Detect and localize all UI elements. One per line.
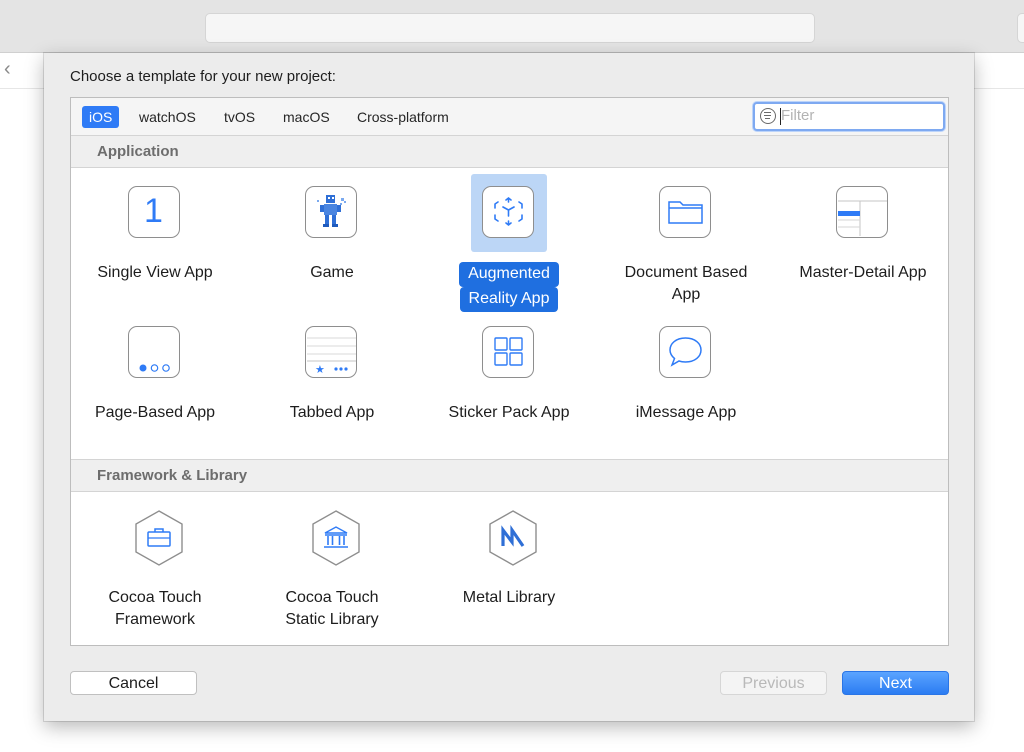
- tab-watchos[interactable]: watchOS: [132, 106, 203, 128]
- template-label: Metal Library: [462, 589, 556, 606]
- message-bubble-icon: [659, 326, 711, 378]
- tab-tvos[interactable]: tvOS: [217, 106, 262, 128]
- filter-input[interactable]: [781, 105, 931, 126]
- master-detail-icon: [836, 186, 888, 238]
- section-header-application: Application: [71, 135, 948, 168]
- template-label: Sticker Pack App: [448, 404, 570, 421]
- section-title: Framework & Library: [97, 467, 248, 484]
- template-label: Single View App: [97, 264, 213, 281]
- template-label: Cocoa Touch Static Library: [285, 589, 379, 628]
- template-label: Tabbed App: [289, 404, 375, 421]
- tab-bar-icon: ★: [305, 326, 357, 378]
- tab-macos[interactable]: macOS: [276, 106, 337, 128]
- toolbox-icon: [135, 510, 183, 566]
- template-label: Game: [310, 264, 354, 281]
- dialog-title: Choose a template for your new project:: [70, 68, 336, 85]
- template-label: Master-Detail App: [799, 264, 927, 281]
- metal-icon: [489, 510, 537, 566]
- platform-tab-bar: iOS watchOS tvOS macOS Cross-platform: [71, 98, 948, 136]
- single-view-icon: 1: [128, 186, 180, 238]
- cancel-button[interactable]: Cancel: [70, 671, 197, 695]
- tab-cross-platform[interactable]: Cross-platform: [350, 106, 456, 128]
- template-chooser-sheet: Choose a template for your new project: …: [44, 53, 974, 721]
- previous-button[interactable]: Previous: [720, 671, 827, 695]
- library-building-icon: [312, 510, 360, 566]
- toolbar-button[interactable]: [1017, 13, 1024, 43]
- single-view-glyph: 1: [144, 192, 163, 230]
- filter-field[interactable]: [753, 102, 945, 131]
- template-label: Cocoa Touch Framework: [108, 589, 202, 628]
- tab-ios[interactable]: iOS: [82, 106, 120, 128]
- address-bar[interactable]: [205, 13, 815, 43]
- page-dots-icon: [128, 326, 180, 378]
- template-panel: iOS watchOS tvOS macOS Cross-platform Ap…: [70, 97, 949, 646]
- selection-highlight: [471, 174, 547, 252]
- template-label: Page-Based App: [94, 404, 216, 421]
- section-header-framework-library: Framework & Library: [71, 459, 948, 492]
- filter-icon: [760, 108, 776, 124]
- template-label: Augmented Reality App: [429, 262, 589, 312]
- template-label: Document Based App: [624, 264, 748, 303]
- folder-icon: [659, 186, 711, 238]
- next-button[interactable]: Next: [842, 671, 949, 695]
- template-label: iMessage App: [635, 404, 737, 421]
- svg-text:★: ★: [315, 363, 325, 376]
- game-icon: [305, 186, 357, 238]
- section-title: Application: [97, 143, 179, 160]
- sticker-grid-icon: [482, 326, 534, 378]
- ar-cube-icon: [482, 186, 534, 238]
- window-titlebar: [0, 0, 1024, 53]
